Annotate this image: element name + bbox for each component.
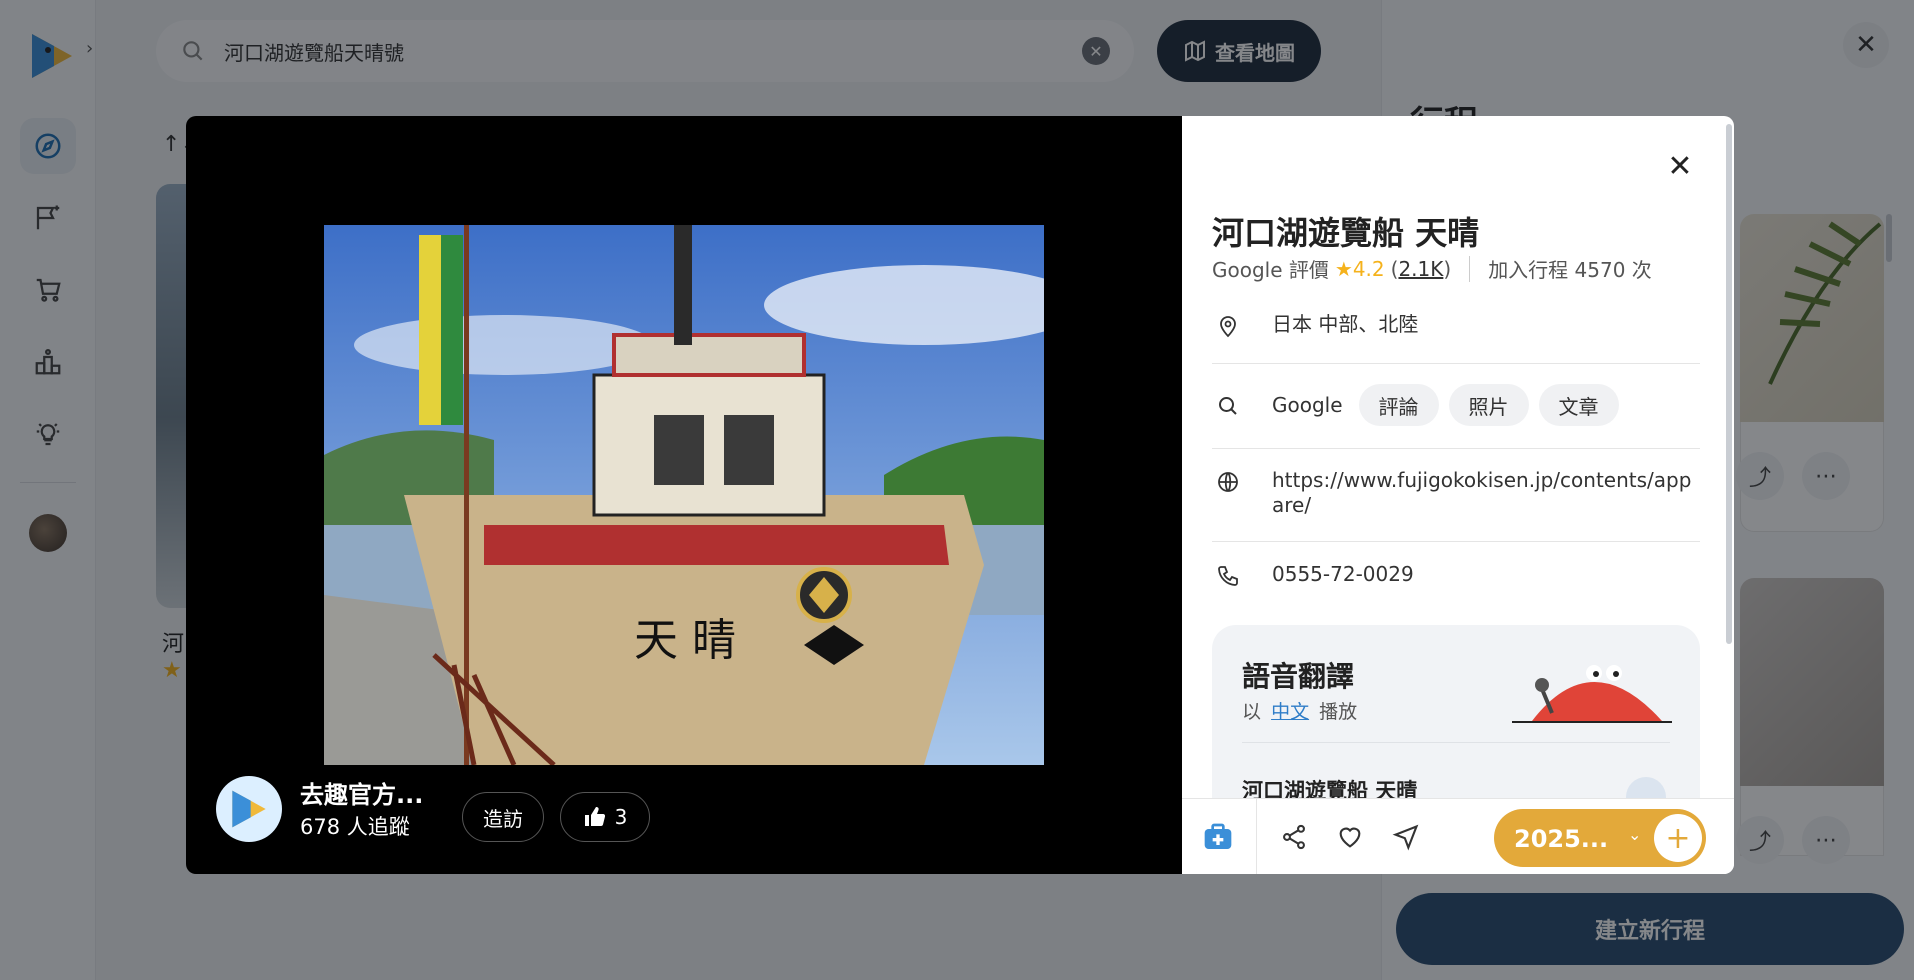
phone-icon: [1218, 566, 1238, 586]
website-link[interactable]: https://www.fujigokokisen.jp/contents/ap…: [1272, 468, 1700, 518]
author-logo-icon: [232, 790, 266, 828]
navigate-icon: [1392, 824, 1419, 851]
voice-language-link[interactable]: 中文: [1271, 701, 1309, 723]
media-viewer: 天 晴 去趣官方... 678 人追蹤 造訪 3: [186, 116, 1182, 874]
poi-photo[interactable]: 天 晴: [324, 225, 1044, 765]
paren-close: ): [1443, 256, 1452, 281]
voice-prefix: 以: [1242, 701, 1262, 723]
star-icon: ★: [1334, 256, 1353, 281]
voice-divider: [1242, 742, 1670, 743]
globe-icon: [1218, 472, 1238, 492]
chip-articles[interactable]: 文章: [1538, 384, 1619, 426]
review-count-link[interactable]: 2.1K: [1398, 257, 1443, 281]
action-divider: [1256, 799, 1257, 874]
favorite-button[interactable]: [1332, 819, 1368, 855]
add-to-kit-button[interactable]: [1200, 819, 1236, 855]
author-name[interactable]: 去趣官方...: [300, 775, 423, 810]
close-icon[interactable]: ✕: [1658, 144, 1702, 188]
heart-icon: [1339, 827, 1361, 848]
poi-detail-modal: 天 晴 去趣官方... 678 人追蹤 造訪 3 ✕ 河口湖遊覽船 天晴 Goo…: [186, 116, 1734, 874]
voice-title: 語音翻譯: [1242, 660, 1355, 693]
google-search-link[interactable]: Google: [1272, 393, 1343, 417]
first-aid-icon: [1204, 823, 1232, 849]
trip-selector[interactable]: 2025... ⌄ +: [1494, 809, 1706, 867]
phone-number[interactable]: 0555-72-0029: [1272, 562, 1700, 587]
added-to-trips: 加入行程 4570 次: [1488, 258, 1652, 282]
rating-score: 4.2: [1352, 256, 1385, 281]
chevron-down-icon[interactable]: ⌄: [1628, 825, 1641, 844]
rating-source: Google 評價: [1212, 258, 1329, 282]
svg-text:天 晴: 天 晴: [634, 615, 736, 666]
chip-photos[interactable]: 照片: [1448, 384, 1529, 426]
phone-row: 0555-72-0029: [1212, 562, 1700, 588]
search-row: Google 評論 照片 文章: [1212, 384, 1700, 426]
poi-title: 河口湖遊覽船 天晴: [1212, 214, 1480, 252]
share-button[interactable]: [1276, 819, 1312, 855]
like-count: 3: [614, 805, 628, 829]
add-to-trip-button[interactable]: +: [1654, 814, 1702, 862]
location-pin-icon: [1220, 316, 1236, 338]
poi-info-scroll: ✕ 河口湖遊覽船 天晴 Google 評價 ★ 4.2 ( 2.1K ) 加入行…: [1182, 116, 1734, 798]
speaker-icon[interactable]: [1626, 777, 1666, 798]
voice-item-title: 河口湖遊覽船 天晴: [1242, 779, 1418, 798]
like-button[interactable]: 3: [560, 792, 650, 842]
poi-info-panel: ✕ 河口湖遊覽船 天晴 Google 評價 ★ 4.2 ( 2.1K ) 加入行…: [1182, 116, 1734, 874]
search-icon: [1219, 397, 1237, 415]
visit-label: 造訪: [483, 806, 523, 831]
thumbs-up-icon: [584, 807, 605, 826]
website-row: https://www.fujigokokisen.jp/contents/ap…: [1212, 468, 1700, 518]
voice-subtitle: 以 中文 播放: [1242, 697, 1357, 724]
author-avatar[interactable]: [216, 776, 282, 842]
author-followers: 678 人追蹤: [300, 815, 410, 839]
info-scrollbar[interactable]: [1726, 124, 1732, 644]
voice-suffix: 播放: [1319, 701, 1358, 723]
divider: [1212, 541, 1700, 542]
location-text: 日本 中部、北陸: [1272, 312, 1419, 336]
trip-selector-label: 2025...: [1514, 825, 1609, 853]
rating-divider: [1469, 255, 1471, 282]
voice-translation-card: 語音翻譯 以 中文 播放 河口湖遊覽船 天晴: [1212, 625, 1700, 798]
divider: [1212, 448, 1700, 449]
navigate-button[interactable]: [1388, 819, 1424, 855]
divider: [1212, 363, 1700, 364]
poi-action-bar: 2025... ⌄ +: [1182, 798, 1734, 874]
rating-row: Google 評價 ★ 4.2 ( 2.1K ) 加入行程 4570 次: [1212, 254, 1652, 283]
plus-icon: +: [1665, 820, 1691, 856]
paren-open: (: [1390, 256, 1399, 281]
visit-button[interactable]: 造訪: [462, 792, 544, 842]
share-icon: [1283, 824, 1305, 850]
chip-reviews[interactable]: 評論: [1358, 384, 1439, 426]
mascot-illustration: [1512, 665, 1672, 723]
location-row: 日本 中部、北陸: [1212, 312, 1700, 338]
